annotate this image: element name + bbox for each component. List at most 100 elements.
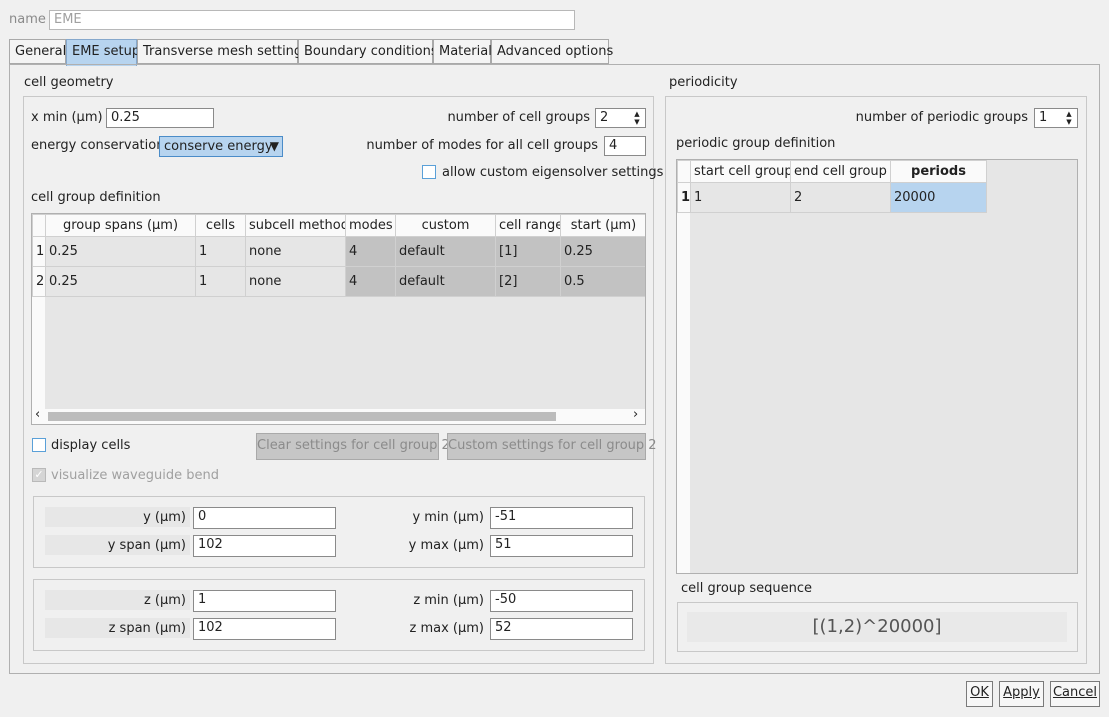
tab-material[interactable]: Material bbox=[433, 39, 492, 64]
periodic-group-table[interactable]: start cell group end cell group periods … bbox=[676, 159, 1078, 574]
tab-advanced-options[interactable]: Advanced options bbox=[491, 39, 613, 64]
scrollbar-thumb[interactable] bbox=[48, 412, 556, 421]
table-cell[interactable]: default bbox=[395, 266, 496, 297]
energy-conservation-dropdown[interactable]: conserve energy ▼ bbox=[159, 136, 283, 157]
row-number: 2 bbox=[32, 266, 46, 297]
table-cell[interactable]: 1 bbox=[690, 182, 791, 213]
tab-boundary-conditions[interactable]: Boundary conditions bbox=[298, 39, 438, 64]
num-cell-groups-spinner[interactable]: 2 ▲ ▼ bbox=[595, 108, 646, 128]
name-field[interactable]: EME bbox=[49, 10, 575, 30]
z-field[interactable]: 1 bbox=[193, 590, 336, 612]
col-header-cells[interactable]: cells bbox=[195, 214, 246, 237]
table-cell[interactable]: 4 bbox=[345, 266, 396, 297]
custom-settings-button[interactable]: Custom settings for cell group 2 bbox=[447, 433, 657, 460]
corner-cell bbox=[32, 214, 46, 237]
table-cell[interactable]: 0.25 bbox=[560, 236, 645, 267]
z-label: z (μm) bbox=[143, 593, 186, 608]
table-cell[interactable]: 1 bbox=[195, 266, 246, 297]
allow-custom-eigensolver-label: allow custom eigensolver settings bbox=[442, 165, 664, 180]
num-cell-groups-value: 2 bbox=[600, 110, 609, 125]
ymin-label: y min (μm) bbox=[412, 510, 484, 525]
table-cell-selected[interactable]: 20000 bbox=[890, 182, 987, 213]
corner-cell bbox=[677, 160, 691, 183]
display-cells-label: display cells bbox=[51, 438, 131, 453]
zmin-field[interactable]: -50 bbox=[490, 590, 633, 612]
table-cell[interactable]: 1 bbox=[195, 236, 246, 267]
table-cell[interactable]: 0.25 bbox=[45, 236, 196, 267]
cell-group-definition-title: cell group definition bbox=[31, 190, 161, 205]
cell-group-sequence-value: [(1,2)^20000] bbox=[687, 612, 1067, 642]
yspan-label: y span (μm) bbox=[107, 538, 186, 553]
visualize-waveguide-bend-checkbox[interactable]: ✓ bbox=[32, 468, 46, 482]
zspan-field[interactable]: 102 bbox=[193, 618, 336, 640]
tab-eme-setup[interactable]: EME setup bbox=[66, 39, 140, 66]
chevron-right-icon[interactable]: › bbox=[633, 407, 638, 422]
num-periodic-groups-spinner[interactable]: 1 ▲ ▼ bbox=[1034, 108, 1078, 128]
clear-settings-button[interactable]: Clear settings for cell group 2 bbox=[256, 433, 450, 460]
table-cell[interactable]: none bbox=[245, 236, 346, 267]
col-header-subcell-method[interactable]: subcell method bbox=[245, 214, 346, 237]
table-row[interactable]: 1 0.25 1 none 4 default [1] 0.25 bbox=[32, 236, 645, 267]
spin-arrows-icon[interactable]: ▲ ▼ bbox=[632, 110, 642, 126]
table-cell[interactable]: [1] bbox=[495, 236, 561, 267]
cell-geometry-title: cell geometry bbox=[24, 75, 114, 90]
row-number: 1 bbox=[32, 236, 46, 267]
col-header-group-spans[interactable]: group spans (μm) bbox=[45, 214, 196, 237]
table-cell[interactable]: 0.25 bbox=[45, 266, 196, 297]
energy-conservation-value: conserve energy bbox=[164, 139, 273, 154]
apply-button[interactable]: Apply bbox=[999, 681, 1044, 707]
num-modes-label: number of modes for all cell groups bbox=[366, 138, 598, 153]
ymin-field[interactable]: -51 bbox=[490, 507, 633, 529]
table-row[interactable]: 2 0.25 1 none 4 default [2] 0.5 bbox=[32, 266, 645, 297]
table-cell[interactable]: none bbox=[245, 266, 346, 297]
num-periodic-groups-label: number of periodic groups bbox=[855, 110, 1028, 125]
y-label: y (μm) bbox=[143, 510, 186, 525]
col-header-start[interactable]: start (μm) bbox=[560, 214, 645, 237]
spin-arrows-icon[interactable]: ▲ ▼ bbox=[1064, 110, 1074, 126]
tab-transverse-mesh-settings[interactable]: Transverse mesh settings bbox=[137, 39, 309, 64]
tab-general[interactable]: General bbox=[9, 39, 66, 64]
ok-button[interactable]: OK bbox=[966, 681, 993, 707]
table-row[interactable]: 1 1 2 20000 bbox=[677, 182, 987, 213]
name-label: name bbox=[9, 12, 46, 27]
zmax-label: z max (μm) bbox=[409, 621, 485, 636]
xmin-label: x min (μm) bbox=[31, 110, 103, 125]
row-number: 1 bbox=[677, 182, 691, 213]
xmin-field[interactable]: 0.25 bbox=[106, 108, 214, 128]
y-field[interactable]: 0 bbox=[193, 507, 336, 529]
zmax-field[interactable]: 52 bbox=[490, 618, 633, 640]
cell-group-table[interactable]: group spans (μm) cells subcell method mo… bbox=[31, 213, 646, 425]
ymax-field[interactable]: 51 bbox=[490, 535, 633, 557]
horizontal-scrollbar[interactable]: ‹ › bbox=[32, 407, 645, 424]
ymax-label: y max (μm) bbox=[408, 538, 484, 553]
col-header-custom[interactable]: custom bbox=[395, 214, 496, 237]
col-header-start-cell-group[interactable]: start cell group bbox=[690, 160, 791, 183]
chevron-left-icon[interactable]: ‹ bbox=[35, 407, 40, 422]
num-cell-groups-label: number of cell groups bbox=[447, 110, 590, 125]
col-header-modes[interactable]: modes bbox=[345, 214, 396, 237]
table-header-row: start cell group end cell group periods bbox=[677, 160, 987, 183]
yspan-field[interactable]: 102 bbox=[193, 535, 336, 557]
chevron-down-icon: ▼ bbox=[269, 139, 279, 153]
col-header-end-cell-group[interactable]: end cell group bbox=[790, 160, 891, 183]
num-modes-field[interactable]: 4 bbox=[604, 136, 646, 156]
table-cell[interactable]: 2 bbox=[790, 182, 891, 213]
visualize-waveguide-bend-label: visualize waveguide bend bbox=[51, 468, 219, 483]
zmin-label: z min (μm) bbox=[413, 593, 484, 608]
energy-conservation-label: energy conservation bbox=[31, 138, 165, 153]
col-header-periods[interactable]: periods bbox=[890, 160, 987, 183]
table-cell[interactable]: default bbox=[395, 236, 496, 267]
periodicity-title: periodicity bbox=[669, 75, 738, 90]
col-header-cell-range[interactable]: cell range bbox=[495, 214, 561, 237]
table-cell[interactable]: 0.5 bbox=[560, 266, 645, 297]
table-cell[interactable]: [2] bbox=[495, 266, 561, 297]
zspan-label: z span (μm) bbox=[108, 621, 186, 636]
cell-group-sequence-title: cell group sequence bbox=[681, 581, 813, 596]
table-cell[interactable]: 4 bbox=[345, 236, 396, 267]
table-header-row: group spans (μm) cells subcell method mo… bbox=[32, 214, 645, 237]
display-cells-checkbox[interactable] bbox=[32, 438, 46, 452]
num-periodic-groups-value: 1 bbox=[1039, 110, 1048, 125]
cancel-button[interactable]: Cancel bbox=[1050, 681, 1100, 707]
row-header-column bbox=[677, 160, 690, 573]
allow-custom-eigensolver-checkbox[interactable] bbox=[422, 165, 436, 179]
